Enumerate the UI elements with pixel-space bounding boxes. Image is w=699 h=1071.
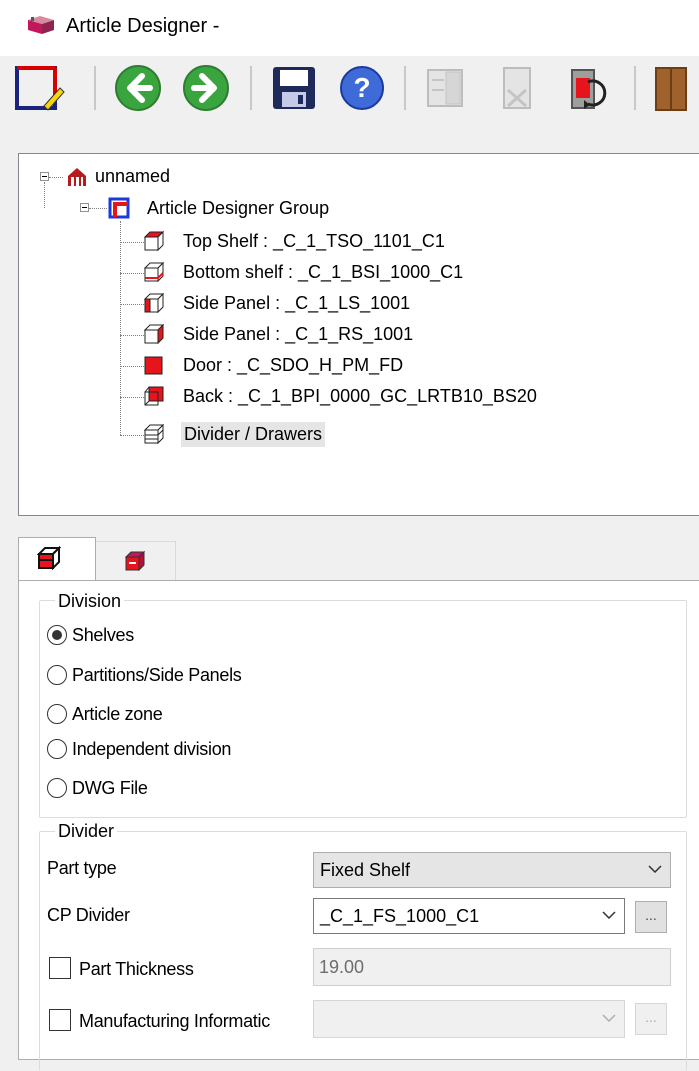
radio-independent-division-button[interactable]	[47, 739, 67, 759]
tree-line	[49, 177, 63, 178]
tree-item-bottom-shelf[interactable]: Bottom shelf : _C_1_BSI_1000_C1	[183, 262, 463, 283]
article-root-icon	[68, 168, 86, 186]
radio-shelves-button[interactable]	[47, 625, 67, 645]
cp-divider-value: _C_1_FS_1000_C1	[320, 905, 480, 926]
toolbar-separator	[94, 66, 96, 110]
top-shelf-icon	[143, 230, 165, 252]
division-group-title: Division	[55, 591, 125, 612]
right-side-panel-icon	[143, 323, 165, 345]
property-tabs	[18, 537, 699, 581]
radio-dwg-file-label: DWG File	[72, 777, 148, 798]
app-icon	[28, 16, 54, 34]
tree-line	[120, 221, 121, 435]
tree-line	[120, 304, 144, 305]
window-title: Article Designer -	[66, 15, 220, 37]
tree-line	[120, 335, 144, 336]
radio-independent-division-label: Independent division	[72, 738, 232, 759]
wood-cabinet-icon[interactable]	[650, 62, 690, 114]
toolbar-separator	[404, 66, 406, 110]
part-type-value: Fixed Shelf	[320, 859, 411, 880]
manufacturing-info-checkbox[interactable]	[49, 1009, 71, 1031]
radio-dwg-file-button[interactable]	[47, 778, 67, 798]
cp-divider-browse-button[interactable]: ...	[635, 901, 667, 933]
forward-arrow-icon[interactable]	[180, 62, 232, 114]
tree-item-back[interactable]: Back : _C_1_BPI_0000_GC_LRTB10_BS20	[183, 386, 537, 407]
tree-line	[120, 242, 144, 243]
tree-item-right-side-panel[interactable]: Side Panel : _C_1_RS_1001	[183, 324, 413, 345]
tree-line	[120, 273, 144, 274]
tree-line	[120, 397, 144, 398]
cp-divider-label: CP Divider	[47, 905, 130, 925]
left-side-panel-icon	[143, 292, 165, 314]
drawer-tab-icon	[124, 550, 146, 572]
tree-group-label[interactable]: Article Designer Group	[147, 198, 329, 219]
part-thickness-checkbox[interactable]	[49, 957, 71, 979]
save-icon[interactable]	[268, 62, 320, 114]
toolbar-separator	[634, 66, 636, 110]
cabinet-add-icon[interactable]	[420, 62, 472, 114]
radio-article-zone[interactable]: Article zone	[47, 700, 163, 728]
radio-article-zone-label: Article zone	[72, 703, 163, 724]
article-tree[interactable]: unnamed Article Designer Group Top Shelf…	[18, 153, 699, 516]
cabinet-remove-icon[interactable]	[492, 62, 544, 114]
chevron-down-icon	[602, 911, 616, 919]
toolbar-separator	[250, 66, 252, 110]
radio-partitions-button[interactable]	[47, 665, 67, 685]
tree-item-top-shelf[interactable]: Top Shelf : _C_1_TSO_1101_C1	[183, 231, 445, 252]
part-thickness-input[interactable]: 19.00	[313, 948, 671, 986]
divider-group-title: Divider	[55, 821, 118, 842]
bottom-shelf-icon	[143, 261, 165, 283]
tab-content-panel: Division Shelves Partitions/Side Panels …	[18, 580, 699, 1071]
radio-shelves-label: Shelves	[72, 624, 134, 645]
radio-shelves[interactable]: Shelves	[47, 621, 134, 649]
manufacturing-info-browse-button[interactable]: ...	[635, 1003, 667, 1035]
manufacturing-info-dropdown[interactable]	[313, 1000, 625, 1038]
part-type-label: Part type	[47, 858, 117, 878]
collapse-group-toggle[interactable]	[80, 203, 89, 212]
tab-divider[interactable]	[18, 537, 96, 581]
radio-independent-division[interactable]: Independent division	[47, 735, 231, 763]
cabinet-rotate-icon[interactable]	[562, 62, 614, 114]
collapse-root-toggle[interactable]	[40, 172, 49, 181]
part-thickness-label: Part Thickness	[79, 959, 194, 979]
radio-partitions-side-panels[interactable]: Partitions/Side Panels	[47, 661, 242, 689]
designer-frame-icon[interactable]	[14, 62, 66, 114]
divider-tab-icon	[37, 546, 61, 570]
cp-divider-dropdown[interactable]: _C_1_FS_1000_C1	[313, 898, 625, 934]
tree-root-label[interactable]: unnamed	[95, 166, 170, 187]
tree-item-left-side-panel[interactable]: Side Panel : _C_1_LS_1001	[183, 293, 410, 314]
manufacturing-info-label: Manufacturing Informatic	[79, 1011, 270, 1031]
radio-article-zone-button[interactable]	[47, 704, 67, 724]
tab-drawers[interactable]	[96, 541, 176, 581]
svg-text:?: ?	[353, 72, 370, 103]
part-type-dropdown[interactable]: Fixed Shelf	[313, 852, 671, 888]
tree-line	[44, 182, 45, 208]
chevron-down-icon	[602, 1014, 616, 1022]
radio-partitions-label: Partitions/Side Panels	[72, 664, 242, 685]
back-arrow-icon[interactable]	[112, 62, 164, 114]
help-icon[interactable]: ?	[336, 62, 388, 114]
door-icon	[144, 356, 163, 375]
tree-item-divider-drawers[interactable]: Divider / Drawers	[181, 422, 326, 447]
tree-item-door[interactable]: Door : _C_SDO_H_PM_FD	[183, 355, 403, 376]
designer-group-icon	[108, 197, 130, 219]
radio-dwg-file[interactable]: DWG File	[47, 774, 148, 802]
divider-drawers-icon	[143, 423, 165, 445]
title-bar: Article Designer -	[0, 0, 699, 56]
chevron-down-icon	[648, 865, 662, 873]
tree-line	[120, 435, 144, 436]
tree-line	[120, 366, 144, 367]
back-panel-icon	[144, 386, 164, 406]
tree-line	[89, 208, 107, 209]
